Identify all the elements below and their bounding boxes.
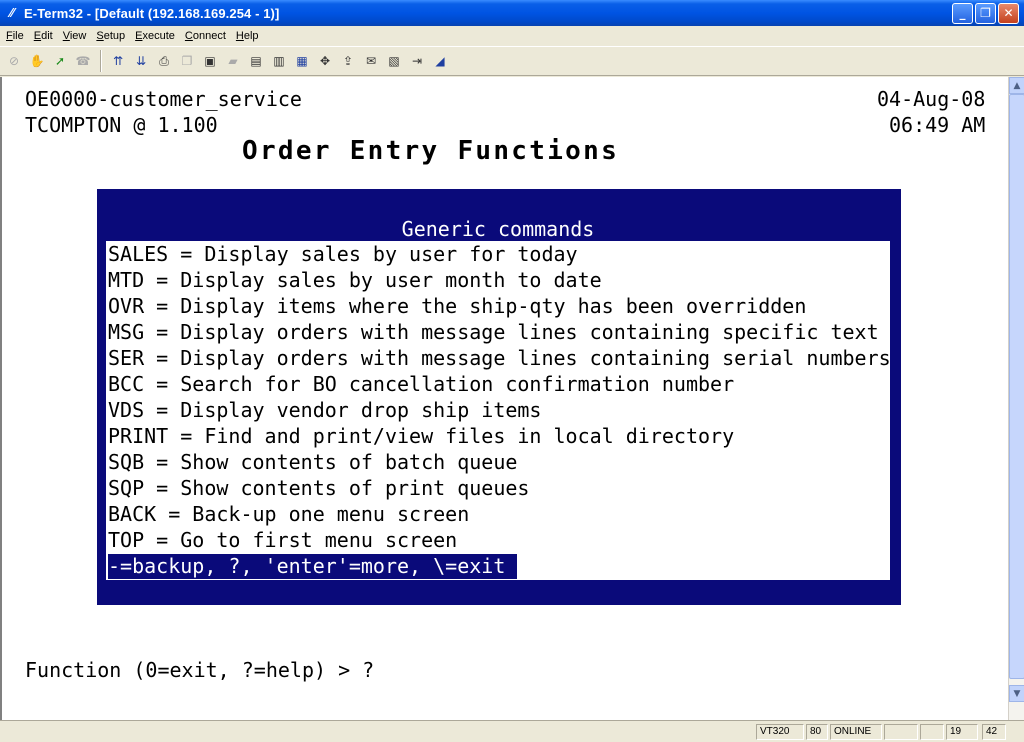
log-icon[interactable]: ▤ [246, 51, 266, 71]
menu-connect[interactable]: Connect [181, 30, 230, 42]
capture-icon[interactable]: ▥ [269, 51, 289, 71]
menu-item-sales[interactable]: SALES = Display sales by user for today [108, 242, 890, 268]
status-row: 19 [946, 724, 978, 740]
menu-item-print[interactable]: PRINT = Find and print/view files in loc… [108, 424, 890, 450]
copy-icon[interactable]: ❐ [177, 51, 197, 71]
menu-edit[interactable]: Edit [30, 30, 57, 42]
connect-icon[interactable]: ➚ [50, 51, 70, 71]
close-button[interactable]: ✕ [998, 2, 1019, 24]
send-icon[interactable]: ⇈ [108, 51, 128, 71]
hand-icon[interactable]: ✋ [27, 51, 47, 71]
app-icon[interactable]: ⁄⁄ [4, 5, 20, 21]
menu-execute[interactable]: Execute [131, 30, 179, 42]
menu-window: Generic commands SALES = Display sales b… [97, 189, 901, 605]
menu-item-ser[interactable]: SER = Display orders with message lines … [108, 346, 891, 372]
page-title: Order Entry Functions [242, 136, 620, 166]
menu-footer-hint: -=backup, ?, 'enter'=more, \=exit [108, 554, 518, 579]
status-field-2 [920, 724, 944, 740]
status-col: 42 [982, 724, 1006, 740]
terminal-screen[interactable]: OE0000-customer_service 04-Aug-08 TCOMPT… [0, 77, 1008, 720]
status-emulation: VT320 [756, 724, 804, 740]
program-name: OE0000-customer_service [25, 87, 302, 111]
toolbar-separator [100, 50, 102, 72]
menu-item-bcc[interactable]: BCC = Search for BO cancellation confirm… [108, 372, 890, 398]
print-icon[interactable]: ⎙ [154, 51, 174, 71]
menu-list: SALES = Display sales by user for today … [108, 242, 891, 554]
keypad-icon[interactable]: ▦ [292, 51, 312, 71]
disconnect-icon[interactable]: ☎ [73, 51, 93, 71]
clipboard-icon[interactable]: ▰ [223, 51, 243, 71]
user-line: TCOMPTON @ 1.100 [25, 113, 218, 137]
menu-item-ovr[interactable]: OVR = Display items where the ship-qty h… [108, 294, 890, 320]
status-field-1 [884, 724, 918, 740]
menu-item-sqp[interactable]: SQP = Show contents of print queues [108, 476, 890, 502]
exit-icon[interactable]: ⇥ [407, 51, 427, 71]
receive-icon[interactable]: ⇊ [131, 51, 151, 71]
menu-item-sqb[interactable]: SQB = Show contents of batch queue [108, 450, 890, 476]
toolbar: ⊘ ✋ ➚ ☎ ⇈ ⇊ ⎙ ❐ ▣ ▰ ▤ ▥ ▦ ✥ ⇪ ✉ ▧ ⇥ ◢ [0, 46, 1024, 76]
macro-icon[interactable]: ✉ [361, 51, 381, 71]
menu-panel: Generic commands SALES = Display sales b… [106, 202, 891, 580]
window-title: E-Term32 - [Default (192.168.169.254 - 1… [24, 5, 280, 21]
transfer-icon[interactable]: ⇪ [338, 51, 358, 71]
restore-button[interactable]: ❐ [975, 2, 996, 24]
time-display: 06:49 AM [889, 113, 986, 137]
menu-help[interactable]: Help [232, 30, 263, 42]
status-connection: ONLINE [830, 724, 882, 740]
status-columns: 80 [806, 724, 828, 740]
menu-item-vds[interactable]: VDS = Display vendor drop ship items [108, 398, 890, 424]
script-icon[interactable]: ▧ [384, 51, 404, 71]
scroll-up-icon[interactable]: ▲ [1009, 77, 1024, 94]
menu-header: Generic commands [106, 202, 890, 241]
menu-item-mtd[interactable]: MTD = Display sales by user month to dat… [108, 268, 890, 294]
menu-view[interactable]: View [59, 30, 91, 42]
date-display: 04-Aug-08 [877, 87, 986, 111]
vertical-scrollbar[interactable]: ▲ ▼ [1008, 77, 1024, 720]
paste-icon[interactable]: ▣ [200, 51, 220, 71]
menu-item-back[interactable]: BACK = Back-up one menu screen [108, 502, 890, 528]
menu-setup[interactable]: Setup [92, 30, 129, 42]
scroll-down-icon[interactable]: ▼ [1009, 685, 1024, 702]
scroll-thumb[interactable] [1009, 94, 1024, 679]
title-bar: ⁄⁄ E-Term32 - [Default (192.168.169.254 … [0, 0, 1024, 26]
menu-bar: File Edit View Setup Execute Connect Hel… [0, 26, 1024, 45]
settings-icon[interactable]: ✥ [315, 51, 335, 71]
menu-item-top[interactable]: TOP = Go to first menu screen [108, 528, 890, 554]
menu-file[interactable]: File [2, 30, 28, 42]
edit-icon[interactable]: ◢ [430, 51, 450, 71]
no-icon[interactable]: ⊘ [4, 51, 24, 71]
minimize-button[interactable]: _ [952, 2, 973, 24]
status-bar: VT320 80 ONLINE 19 42 [0, 720, 1024, 742]
menu-item-msg[interactable]: MSG = Display orders with message lines … [108, 320, 890, 346]
function-prompt[interactable]: Function (0=exit, ?=help) > ? [25, 658, 374, 682]
